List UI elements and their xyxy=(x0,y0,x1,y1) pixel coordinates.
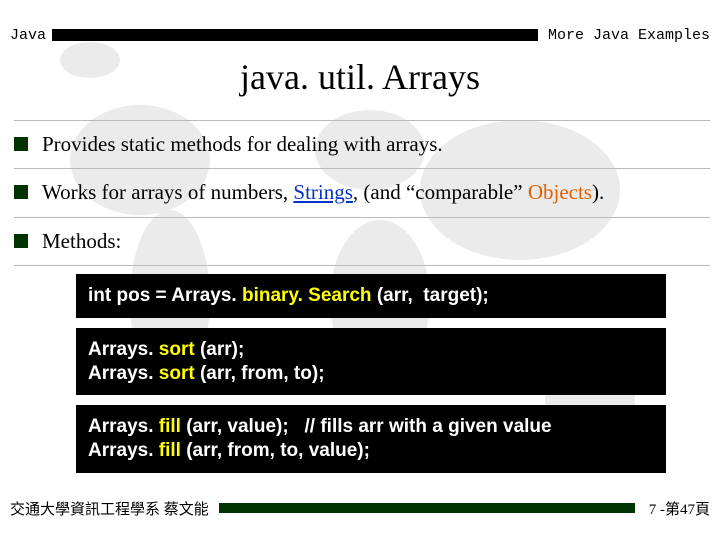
slide-title: java. util. Arrays xyxy=(0,56,720,98)
bullet-row: Methods: xyxy=(14,218,710,266)
bullet-marker xyxy=(14,185,28,199)
header-rule xyxy=(52,29,538,41)
code-block: Arrays. fill (arr, value); // fills arr … xyxy=(76,405,666,473)
bullet-marker xyxy=(14,137,28,151)
footer-rule xyxy=(219,503,635,513)
footer-bar: 交通大學資訊工程學系 蔡文能 7 -第47頁 xyxy=(10,500,710,516)
code-block: int pos = Arrays. binary. Search (arr, t… xyxy=(76,274,666,318)
bullet-row: Works for arrays of numbers, Strings, (a… xyxy=(14,169,710,217)
bullet-marker xyxy=(14,234,28,248)
code-area: int pos = Arrays. binary. Search (arr, t… xyxy=(76,274,666,483)
bullet-text: Provides static methods for dealing with… xyxy=(42,131,443,158)
header-bar: Java More Java Examples xyxy=(10,28,710,42)
bullet-text: Methods: xyxy=(42,228,121,255)
bullet-text: Works for arrays of numbers, Strings, (a… xyxy=(42,179,604,206)
footer-left: 交通大學資訊工程學系 蔡文能 xyxy=(10,498,219,519)
bullet-list: Provides static methods for dealing with… xyxy=(14,120,710,266)
header-left: Java xyxy=(10,27,52,44)
footer-right: 7 -第47頁 xyxy=(635,498,710,519)
code-block: Arrays. sort (arr);Arrays. sort (arr, fr… xyxy=(76,328,666,396)
bullet-row: Provides static methods for dealing with… xyxy=(14,120,710,169)
header-right: More Java Examples xyxy=(538,27,710,44)
